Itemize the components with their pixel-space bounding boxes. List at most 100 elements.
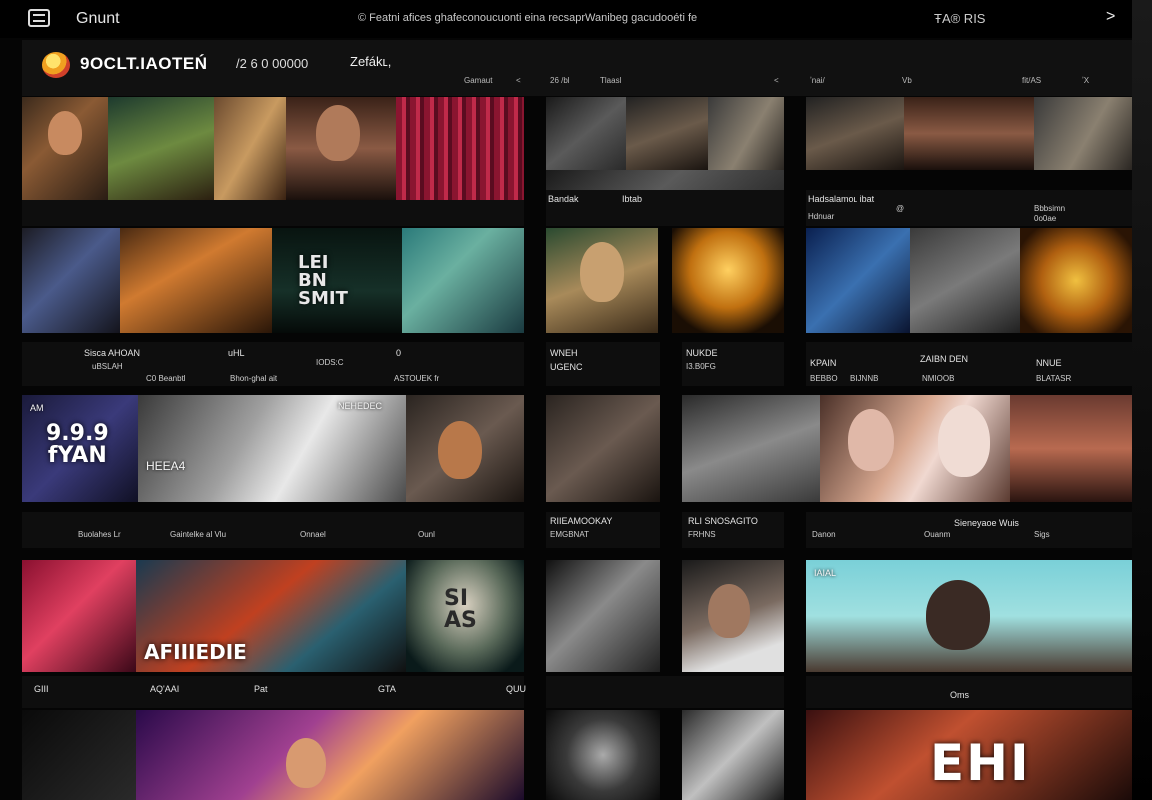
media-tile[interactable] — [682, 710, 784, 800]
caption[interactable]: Pat — [254, 684, 268, 694]
media-tile[interactable] — [682, 395, 820, 502]
panel-nav[interactable]: Zefákʟ, — [350, 54, 391, 69]
caption[interactable]: RIIEAMOOKAY — [550, 516, 612, 526]
caption-strip — [806, 676, 1132, 708]
media-tile[interactable] — [910, 228, 1020, 333]
media-tile[interactable] — [546, 710, 660, 800]
caption: I3.B0FG — [686, 362, 716, 371]
media-tile[interactable]: AM 9.9.9 fYAN — [22, 395, 138, 502]
media-tile[interactable]: AFIIIEDIE — [136, 560, 406, 672]
tile-title: SI AS — [444, 586, 477, 633]
caption[interactable]: uHL — [228, 348, 245, 358]
caption: Sigs — [1034, 530, 1050, 539]
tile-label: NEHEDEC — [338, 401, 383, 411]
media-tile[interactable] — [1034, 97, 1132, 170]
right-edge-shadow — [1132, 0, 1152, 800]
caption[interactable]: AQ'AAI — [150, 684, 179, 694]
logo-icon — [42, 52, 70, 78]
caption[interactable]: NNUE — [1036, 358, 1062, 368]
caption: BIJNNB — [850, 374, 879, 383]
media-tile[interactable] — [22, 228, 120, 333]
header-chevron-icon[interactable]: < — [774, 76, 779, 85]
panel-header: 9OCLT.IAOTEŃ /2 6 0 00000 Zefákʟ, Gamaut… — [22, 40, 1132, 96]
caption: EMGBNAT — [550, 530, 589, 539]
caption: NMIOOB — [922, 374, 955, 383]
caption: BLATASR — [1036, 374, 1072, 383]
media-tile[interactable] — [1020, 228, 1132, 333]
media-tile[interactable] — [672, 228, 784, 333]
media-tile[interactable] — [546, 560, 660, 672]
caption[interactable]: NUKDE — [686, 348, 718, 358]
caption[interactable]: GIII — [34, 684, 49, 694]
media-tile[interactable] — [22, 710, 136, 800]
media-tile[interactable]: LEI BN SMIT — [272, 228, 402, 333]
caption[interactable]: Bandak — [548, 194, 579, 204]
tagline: © Featni afices ghafeconoucuonti eina re… — [358, 12, 698, 24]
tile-label: AM — [30, 403, 44, 413]
menu-icon[interactable] — [28, 9, 50, 27]
media-tile[interactable] — [402, 228, 524, 333]
header-note[interactable]: Vb — [902, 76, 912, 85]
header-note[interactable]: Tlaasl — [600, 76, 621, 85]
tile-title: LEI BN SMIT — [298, 252, 348, 309]
caption[interactable]: Hadsalamoʟ ibat — [808, 194, 874, 204]
tile-title: EHI — [930, 734, 1031, 792]
media-tile[interactable] — [806, 228, 910, 333]
media-tile[interactable] — [214, 97, 286, 200]
caption[interactable]: Ibtab — [622, 194, 642, 204]
media-tile[interactable] — [286, 97, 396, 200]
media-tile[interactable] — [396, 97, 524, 200]
media-tile[interactable]: IAIAL — [806, 560, 1132, 672]
media-tile[interactable]: HEEA4 NEHEDEC — [138, 395, 406, 502]
header-chevron-icon[interactable]: < — [516, 76, 521, 85]
caption: Ouanm — [924, 530, 951, 539]
header-note[interactable]: fit/AS — [1022, 76, 1041, 85]
caption: Hdnuar — [808, 212, 835, 221]
caption-strip — [546, 676, 784, 708]
caption[interactable]: Sisca AHOAN — [84, 348, 140, 358]
caption: Onnael — [300, 530, 326, 539]
header-note[interactable]: Gamaut — [464, 76, 492, 85]
media-tile[interactable] — [626, 97, 708, 170]
panel-title: 9OCLT.IAOTEŃ — [80, 54, 208, 73]
media-tile[interactable] — [546, 395, 660, 502]
header-note[interactable]: ʼnai/ — [810, 76, 825, 85]
caption[interactable]: Sieneyaoe Wuis — [954, 518, 1019, 528]
media-tile[interactable] — [22, 97, 108, 200]
media-tile[interactable] — [22, 560, 136, 672]
caption[interactable]: Oms — [950, 690, 969, 700]
caption[interactable]: KPAIN — [810, 358, 836, 368]
caption: Danon — [812, 530, 836, 539]
caption: IODS:C — [316, 358, 344, 367]
caption[interactable]: 0 — [396, 348, 401, 358]
tile-title: AFIIIEDIE — [144, 640, 247, 664]
media-tile[interactable] — [806, 97, 904, 170]
header-note[interactable]: ʼX — [1082, 76, 1089, 85]
caption[interactable]: WNEH — [550, 348, 578, 358]
caption[interactable]: GTA — [378, 684, 396, 694]
media-tile[interactable] — [546, 228, 658, 333]
media-tile[interactable] — [136, 710, 524, 800]
next-arrow-icon[interactable]: > — [1106, 8, 1115, 26]
media-tile[interactable] — [546, 97, 626, 170]
media-tile[interactable] — [120, 228, 272, 333]
media-tile[interactable] — [682, 560, 784, 672]
panel-subtitle: /2 6 0 00000 — [236, 56, 309, 71]
caption: Ounl — [418, 530, 435, 539]
media-tile[interactable] — [820, 395, 1010, 502]
caption[interactable]: RLI SNOSAGITO — [688, 516, 758, 526]
header-note[interactable]: 26 /bl — [550, 76, 570, 85]
media-tile[interactable]: EHI — [806, 710, 1132, 800]
media-tile[interactable] — [406, 395, 524, 502]
caption: Bhon-ghal ait — [230, 374, 278, 383]
caption[interactable]: QUU — [506, 684, 526, 694]
caption: Bbbsimn — [1034, 204, 1066, 213]
caption: FRHNS — [688, 530, 716, 539]
media-tile[interactable] — [904, 97, 1034, 170]
caption[interactable]: ZAIBN DEN — [920, 354, 968, 364]
media-tile[interactable] — [1010, 395, 1132, 502]
media-tile[interactable]: SI AS — [406, 560, 524, 672]
media-tile[interactable] — [708, 97, 784, 170]
tile-title: 9.9.9 fYAN — [46, 421, 109, 468]
media-tile[interactable] — [108, 97, 214, 200]
